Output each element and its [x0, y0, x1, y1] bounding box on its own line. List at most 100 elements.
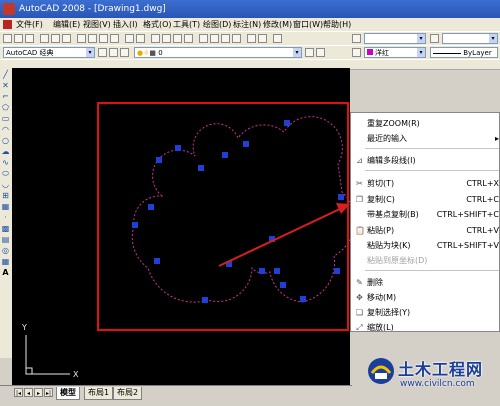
grip[interactable] [156, 157, 162, 163]
menu-window[interactable]: 窗口(W) [293, 18, 323, 31]
menu-dimension[interactable]: 标注(N) [233, 18, 261, 31]
undo-icon[interactable] [125, 34, 134, 43]
workspace-settings-icon[interactable] [98, 48, 107, 57]
multiline-text-icon[interactable]: A [1, 268, 10, 277]
text-style-combo[interactable]: ▾ [364, 33, 426, 44]
circle-icon[interactable]: ○ [1, 136, 10, 145]
sheet-set-icon[interactable] [232, 34, 241, 43]
zoom-previous-icon[interactable] [184, 34, 193, 43]
grip[interactable] [222, 152, 228, 158]
grip[interactable] [284, 120, 290, 126]
layer-previous-icon[interactable] [316, 48, 325, 57]
menu-item-repeat-zoom[interactable]: 重复ZOOM(R) [351, 116, 499, 131]
autocad-app-icon[interactable] [3, 3, 15, 15]
print-icon[interactable] [40, 34, 49, 43]
workspace-save-icon[interactable] [109, 48, 118, 57]
style-toolbar-icon[interactable] [352, 34, 361, 43]
grip[interactable] [274, 268, 280, 274]
markup-icon[interactable] [247, 34, 256, 43]
line-icon[interactable]: ╱ [1, 70, 10, 79]
menu-item-copy[interactable]: ❐ 复制(C) CTRL+C [351, 192, 499, 207]
menu-help[interactable]: 帮助(H) [323, 18, 351, 31]
polygon-icon[interactable]: ⬠ [1, 103, 10, 112]
dimension-style-icon[interactable] [430, 34, 439, 43]
menu-item-edit-polyline[interactable]: ⊿ 编辑多段线(I) [351, 153, 499, 168]
menu-tools[interactable]: 工具(T) [173, 18, 200, 31]
zoom-realtime-icon[interactable] [162, 34, 171, 43]
color-combo[interactable]: 洋红 ▾ [364, 47, 426, 58]
menu-format[interactable]: 格式(O) [143, 18, 172, 31]
polyline-icon[interactable]: ⌐ [1, 92, 10, 101]
tab-layout2[interactable]: 布局2 [113, 387, 143, 400]
make-current-layer-icon[interactable] [305, 48, 314, 57]
grip[interactable] [300, 296, 306, 302]
menu-modify[interactable]: 修改(M) [263, 18, 292, 31]
design-center-icon[interactable] [210, 34, 219, 43]
rectangle-icon[interactable]: ▭ [1, 114, 10, 123]
cut-icon[interactable] [77, 34, 86, 43]
menu-item-paste[interactable]: 📋 粘贴(P) CTRL+V [351, 223, 499, 238]
new-icon[interactable] [3, 34, 12, 43]
menu-view[interactable]: 视图(V) [83, 18, 111, 31]
save-icon[interactable] [25, 34, 34, 43]
grip[interactable] [243, 141, 249, 147]
menu-item-erase[interactable]: ✎ 删除 [351, 275, 499, 290]
drawing-area[interactable]: Y X [12, 68, 355, 385]
grip[interactable] [154, 258, 160, 264]
zoom-window-icon[interactable] [173, 34, 182, 43]
grip[interactable] [148, 204, 154, 210]
menu-insert[interactable]: 插入(I) [113, 18, 138, 31]
paste-icon[interactable] [99, 34, 108, 43]
menu-item-paste-as-block[interactable]: 粘贴为块(K) CTRL+SHIFT+V [351, 238, 499, 253]
redo-icon[interactable] [136, 34, 145, 43]
menu-edit[interactable]: 编辑(E) [53, 18, 80, 31]
hatch-icon[interactable]: ▩ [1, 224, 10, 233]
grip[interactable] [338, 194, 344, 200]
properties-icon[interactable] [199, 34, 208, 43]
construction-line-icon[interactable]: ✕ [1, 81, 10, 90]
last-tab-icon[interactable]: ▸| [44, 388, 53, 397]
layer-combo[interactable]: ●☼■ 0 ▾ [134, 47, 302, 58]
menu-item-copy-selection[interactable]: ❏ 复制选择(Y) [351, 305, 499, 320]
menu-item-copy-with-basepoint[interactable]: 带基点复制(B) CTRL+SHIFT+C [351, 207, 499, 222]
grip[interactable] [198, 165, 204, 171]
spline-icon[interactable]: ∿ [1, 158, 10, 167]
help-icon[interactable] [273, 34, 282, 43]
publish-icon[interactable] [62, 34, 71, 43]
point-icon[interactable]: · [1, 213, 10, 222]
menu-item-move[interactable]: ✥ 移动(M) [351, 290, 499, 305]
grip[interactable] [280, 282, 286, 288]
grip[interactable] [334, 268, 340, 274]
next-tab-icon[interactable]: ▸ [34, 388, 43, 397]
ellipse-icon[interactable]: ⬭ [1, 169, 10, 178]
match-properties-icon[interactable] [110, 34, 119, 43]
tab-model[interactable]: 模型 [56, 387, 80, 400]
document-icon[interactable] [3, 20, 12, 29]
gradient-icon[interactable]: ▤ [1, 235, 10, 244]
menu-item-recent-input[interactable]: 最近的输入 ▸ [351, 131, 499, 146]
menu-item-scale[interactable]: ⤢ 缩放(L) [351, 320, 499, 331]
arc-icon[interactable]: ◠ [1, 125, 10, 134]
dim-style-combo[interactable]: ▾ [442, 33, 498, 44]
revision-cloud-icon[interactable]: ☁ [1, 147, 10, 156]
region-icon[interactable]: ◎ [1, 246, 10, 255]
color-toolbar-icon[interactable] [352, 48, 361, 57]
grip[interactable] [175, 145, 181, 151]
grip[interactable] [202, 297, 208, 303]
linetype-combo[interactable]: ByLayer [430, 47, 498, 58]
ellipse-arc-icon[interactable]: ◡ [1, 180, 10, 189]
grip[interactable] [132, 222, 138, 228]
layer-manager-icon[interactable] [120, 48, 129, 57]
make-block-icon[interactable]: ▦ [1, 202, 10, 211]
table-icon[interactable]: ▦ [1, 257, 10, 266]
tool-palettes-icon[interactable] [221, 34, 230, 43]
workspace-combo[interactable]: AutoCAD 经典 ▾ [3, 47, 95, 58]
menu-file[interactable]: 文件(F) [16, 18, 43, 31]
first-tab-icon[interactable]: |◂ [14, 388, 23, 397]
tab-layout1[interactable]: 布局1 [84, 387, 114, 400]
menu-draw[interactable]: 绘图(D) [203, 18, 231, 31]
grip[interactable] [259, 268, 265, 274]
copy-icon[interactable] [88, 34, 97, 43]
pan-icon[interactable] [151, 34, 160, 43]
menu-item-cut[interactable]: ✂ 剪切(T) CTRL+X [351, 176, 499, 191]
